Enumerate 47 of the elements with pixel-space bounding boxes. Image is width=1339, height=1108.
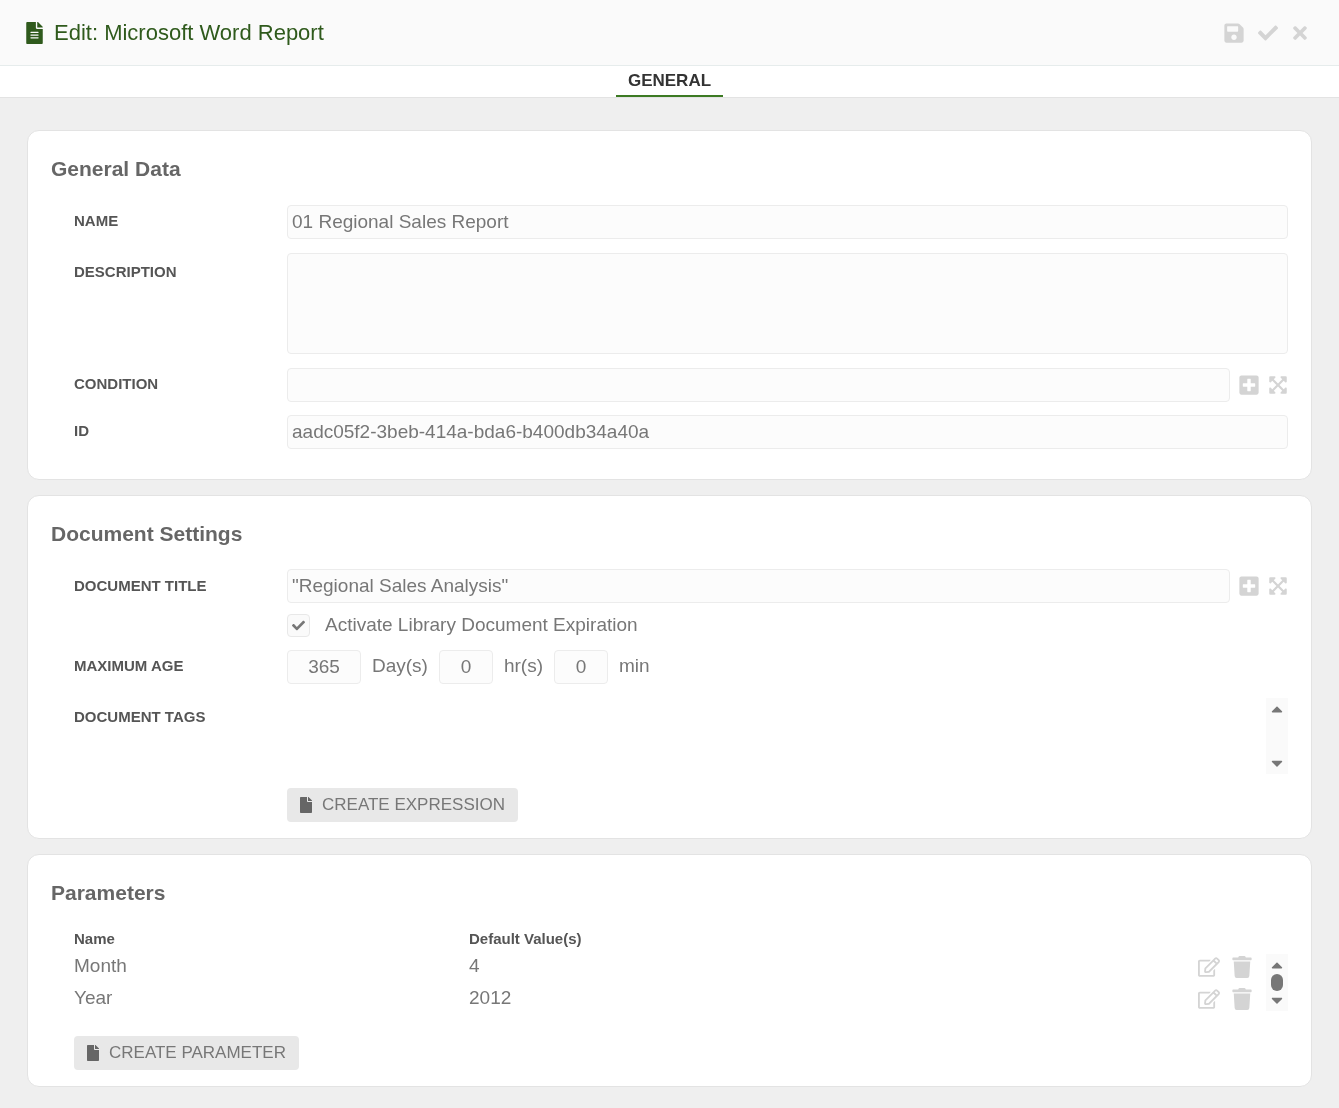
add-icon[interactable] xyxy=(1238,575,1260,597)
number-field[interactable]: 0 xyxy=(554,649,608,684)
file-icon xyxy=(87,1045,99,1061)
table-cell-text: Month xyxy=(74,954,128,979)
edit-icon[interactable] xyxy=(1198,955,1220,978)
delete-icon[interactable] xyxy=(1232,955,1252,978)
scrollbar[interactable] xyxy=(1266,954,1288,1011)
checkbox-label[interactable]: Activate Library Document Expiration xyxy=(325,611,638,640)
table-cell-text: 4 xyxy=(469,954,481,979)
unit-label: Day(s) xyxy=(372,654,428,679)
field-label: DOCUMENT TITLE xyxy=(74,575,208,596)
expand-icon[interactable] xyxy=(1268,374,1288,395)
delete-icon[interactable] xyxy=(1232,987,1252,1010)
document-icon xyxy=(26,21,43,44)
tab[interactable]: GENERAL xyxy=(615,67,724,97)
add-icon[interactable] xyxy=(1238,373,1260,396)
field-label: DOCUMENT TAGS xyxy=(74,706,207,727)
number-field[interactable]: 365 xyxy=(287,649,361,684)
field-label: CONDITION xyxy=(74,374,160,395)
table-cell-text: Year xyxy=(74,986,114,1011)
section-title: General Data xyxy=(51,156,182,182)
number-field[interactable]: 0 xyxy=(438,649,493,684)
scrollbar[interactable] xyxy=(1266,697,1288,774)
create-parameter-button[interactable]: CREATE PARAMETER xyxy=(74,1036,299,1070)
scroll-thumb[interactable] xyxy=(1271,974,1283,991)
column-header: Default Value(s) xyxy=(469,929,582,949)
field-label: NAME xyxy=(74,211,120,232)
field-label: MAXIMUM AGE xyxy=(74,656,185,677)
expand-icon[interactable] xyxy=(1268,576,1288,596)
text-field[interactable]: 01 Regional Sales Report xyxy=(287,204,1288,239)
title-field[interactable]: "Regional Sales Analysis" xyxy=(287,569,1230,603)
create-expression-button[interactable]: CREATE EXPRESSION xyxy=(287,787,518,822)
check-icon xyxy=(292,618,305,632)
field-label: DESCRIPTION xyxy=(74,261,178,282)
section-title: Parameters xyxy=(51,879,167,906)
edit-icon[interactable] xyxy=(1198,987,1220,1010)
checkbox[interactable] xyxy=(287,613,310,637)
column-header: Name xyxy=(74,929,116,949)
table-cell-text: 2012 xyxy=(469,986,513,1011)
window-title: Edit: Microsoft Word Report xyxy=(54,19,324,47)
save-icon[interactable] xyxy=(1223,21,1245,44)
unit-label: hr(s) xyxy=(503,654,543,679)
section-title: Document Settings xyxy=(51,520,244,547)
field-label: ID xyxy=(74,421,90,442)
file-icon xyxy=(300,796,312,813)
unit-label: min xyxy=(619,654,650,679)
text-field[interactable]: aadc05f2-3beb-414a-bda6-b400db34a40a xyxy=(287,414,1288,449)
